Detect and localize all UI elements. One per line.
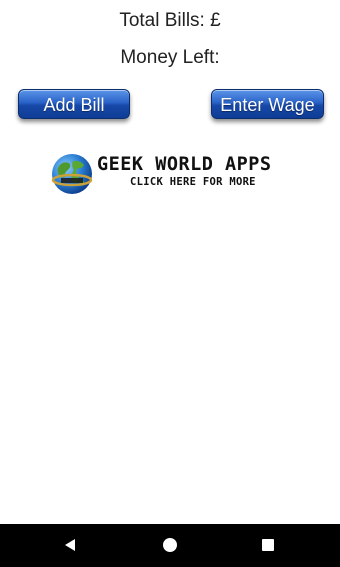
globe-logo-icon <box>51 154 93 194</box>
back-triangle-icon <box>65 539 75 551</box>
home-circle-icon <box>163 538 177 552</box>
enter-wage-button[interactable]: Enter Wage <box>211 89 324 119</box>
recents-square-icon <box>262 539 274 551</box>
total-bills-label: Total Bills: £ <box>119 10 221 31</box>
recents-button[interactable] <box>248 524 288 567</box>
geek-world-apps-banner[interactable]: GEEK WORLD APPS CLICK HERE FOR MORE <box>50 152 330 196</box>
system-navigation-bar <box>0 524 340 567</box>
home-button[interactable] <box>150 524 190 567</box>
money-left-label: Money Left: <box>120 47 220 68</box>
brand-tagline: CLICK HERE FOR MORE <box>130 176 256 188</box>
back-button[interactable] <box>50 524 90 567</box>
add-bill-button[interactable]: Add Bill <box>18 89 130 119</box>
brand-name: GEEK WORLD APPS <box>97 154 272 175</box>
